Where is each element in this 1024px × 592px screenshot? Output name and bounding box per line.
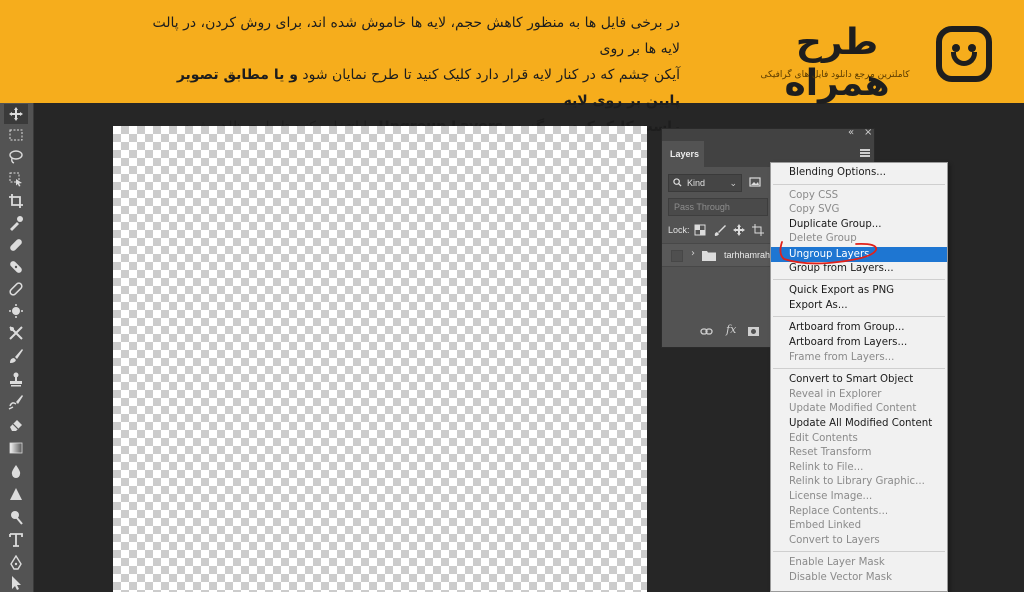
eraser-icon[interactable] — [4, 415, 28, 435]
brand-logo: طرح همراه کاملترین مرجع دانلود فایل های … — [740, 22, 1000, 104]
move-icon[interactable] — [4, 104, 28, 124]
menu-item-delete-group: Delete Group — [789, 233, 857, 245]
lock-image-pixels-icon[interactable] — [714, 224, 726, 236]
menu-item-copy-css: Copy CSS — [789, 189, 839, 201]
lock-transparent-pixels-icon[interactable] — [694, 224, 706, 236]
tab-layers[interactable]: Layers — [662, 141, 704, 167]
instruction-banner: در برخی فایل ها به منظور کاهش حجم، لایه … — [0, 0, 1024, 135]
dodge-icon[interactable] — [4, 507, 28, 527]
menu-item-disable-vector-mask: Disable Vector Mask — [789, 572, 892, 583]
instruction-text: در برخی فایل ها به منظور کاهش حجم، لایه … — [150, 10, 680, 140]
logo-subtitle: کاملترین مرجع دانلود فایل های گرافیکی — [760, 70, 910, 80]
chevron-down-icon: ⌄ — [729, 178, 737, 188]
link-layers-icon[interactable] — [700, 325, 713, 341]
menu-item-duplicate-group[interactable]: Duplicate Group... — [771, 218, 947, 232]
menu-item-artboard-from-layers[interactable]: Artboard from Layers... — [771, 336, 947, 350]
lock-position-icon[interactable] — [733, 224, 745, 236]
tools-panel — [0, 103, 34, 592]
menu-item-convert-to-layers: Convert to Layers — [789, 534, 880, 546]
menu-item-copy-svg: Copy SVG — [789, 204, 840, 216]
sharpen-icon[interactable] — [4, 484, 28, 504]
menu-item-relink-to-library-graphic: Relink to Library Graphic... — [789, 476, 925, 488]
menu-item-update-modified-content: Update Modified Content — [789, 403, 917, 415]
gradient-icon[interactable] — [4, 438, 28, 458]
menu-separator — [773, 183, 945, 185]
instruction-line-1: در برخی فایل ها به منظور کاهش حجم، لایه … — [152, 15, 680, 57]
menu-item-update-all-modified-content[interactable]: Update All Modified Content — [771, 417, 947, 431]
filter-kind-select[interactable]: Kind ⌄ — [668, 174, 742, 192]
menu-item-embed-linked: Embed Linked — [789, 520, 862, 532]
panel-title-bar: « × — [662, 127, 874, 141]
pixel-layer-filter-icon[interactable] — [749, 176, 761, 188]
menu-item-export-as[interactable]: Export As... — [771, 299, 947, 313]
menu-item-frame-from-layers: Frame from Layers... — [789, 351, 895, 363]
lasso-icon[interactable] — [4, 147, 28, 167]
instruction-line-2: آیکن چشم که در کنار لایه قرار دارد کلیک … — [150, 62, 680, 114]
transparent-canvas[interactable] — [113, 126, 647, 592]
filter-kind-label: Kind — [687, 178, 706, 188]
path-select-icon[interactable] — [4, 573, 28, 592]
close-panel-icon[interactable]: × — [864, 127, 872, 138]
menu-separator — [773, 368, 945, 370]
content-aware-move-icon[interactable] — [4, 323, 28, 343]
object-select-icon[interactable] — [4, 169, 28, 189]
fx-icon[interactable]: fx — [726, 323, 736, 336]
pen-icon[interactable] — [4, 553, 28, 573]
layer-mask-icon[interactable] — [747, 325, 760, 341]
menu-item-group-from-layers[interactable]: Group from Layers... — [771, 262, 947, 276]
lock-label: Lock: — [668, 225, 690, 235]
instruction-line-2-plain: آیکن چشم که در کنار لایه قرار دارد کلیک … — [297, 67, 680, 83]
menu-item-license-image: License Image... — [789, 491, 873, 502]
menu-item-convert-to-smart-object[interactable]: Convert to Smart Object — [771, 373, 947, 387]
crop-icon[interactable] — [4, 191, 28, 211]
menu-item-replace-contents: Replace Contents... — [789, 505, 889, 517]
brush-icon[interactable] — [4, 346, 28, 366]
panel-menu-icon[interactable] — [860, 149, 870, 157]
bandage-icon[interactable] — [4, 257, 28, 277]
blend-mode-select[interactable]: Pass Through — [668, 198, 768, 216]
spot-icon[interactable] — [4, 301, 28, 321]
menu-item-artboard-from-group[interactable]: Artboard from Group... — [771, 321, 947, 335]
folder-icon — [702, 251, 716, 261]
menu-item-relink-to-file: Relink to File... — [789, 461, 864, 473]
visibility-toggle[interactable] — [671, 250, 683, 262]
layer-context-menu: Blending Options... Copy CSS Copy SVG Dupli… — [770, 162, 948, 592]
collapse-panel-icon[interactable]: « — [848, 127, 854, 138]
menu-separator — [773, 279, 945, 281]
menu-item-edit-contents: Edit Contents — [789, 432, 858, 444]
menu-separator — [773, 316, 945, 318]
marquee-icon[interactable] — [4, 125, 28, 145]
type-icon[interactable] — [4, 530, 28, 550]
lock-artboard-icon[interactable] — [752, 224, 764, 236]
menu-item-blending-options[interactable]: Blending Options... — [771, 166, 947, 180]
clone-stamp-icon[interactable] — [4, 369, 28, 389]
menu-item-quick-export-as-png[interactable]: Quick Export as PNG — [771, 284, 947, 298]
layer-name: tarhhamrah — [724, 250, 771, 260]
menu-item-enable-layer-mask: Enable Layer Mask — [789, 557, 885, 569]
menu-separator — [773, 551, 945, 553]
eyedropper-icon[interactable] — [4, 213, 28, 233]
healing-brush-icon[interactable] — [4, 235, 28, 255]
menu-item-ungroup-layers[interactable]: Ungroup Layers — [771, 247, 947, 262]
chevron-right-icon[interactable]: › — [691, 248, 695, 259]
logo-title: طرح همراه — [784, 22, 890, 104]
patch-icon[interactable] — [4, 279, 28, 299]
menu-item-reveal-in-explorer: Reveal in Explorer — [789, 388, 882, 400]
history-brush-icon[interactable] — [4, 392, 28, 412]
search-icon — [673, 178, 682, 187]
menu-item-reset-transform: Reset Transform — [789, 447, 872, 459]
blur-icon[interactable] — [4, 461, 28, 481]
smiley-logo-icon — [936, 26, 992, 82]
